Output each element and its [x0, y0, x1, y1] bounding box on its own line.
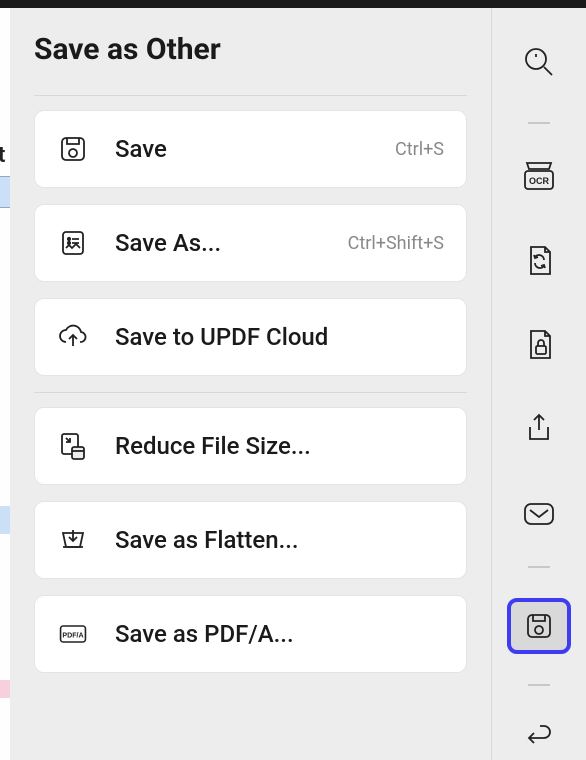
undo-icon[interactable]: [511, 712, 567, 760]
panel-title: Save as Other: [34, 32, 467, 67]
pdfa-icon: PDF/A: [57, 618, 89, 650]
divider: [34, 392, 467, 393]
menu-label: Save As...: [115, 229, 322, 257]
reduce-file-size-button[interactable]: Reduce File Size...: [34, 407, 467, 485]
save-other-icon[interactable]: [507, 598, 571, 654]
share-icon[interactable]: [511, 405, 567, 453]
save-as-other-panel: Save as Other Save Ctrl+S Save As... Ctr…: [10, 8, 492, 760]
cloud-upload-icon: [57, 321, 89, 353]
menu-label: Save as Flatten...: [115, 526, 418, 554]
search-icon[interactable]: [511, 38, 567, 86]
sidebar-separator: [528, 566, 550, 568]
document-sliver: t: [0, 8, 10, 760]
ocr-icon[interactable]: OCR: [511, 152, 567, 200]
shortcut: Ctrl+Shift+S: [348, 233, 444, 254]
sidebar-separator: [528, 684, 550, 686]
svg-text:PDF/A: PDF/A: [62, 632, 83, 640]
menu-label: Save: [115, 135, 369, 163]
right-sidebar: OCR: [492, 8, 586, 760]
save-button[interactable]: Save Ctrl+S: [34, 110, 467, 188]
window-topbar: [0, 0, 586, 8]
menu-label: Save to UPDF Cloud: [115, 323, 418, 351]
save-as-pdfa-button[interactable]: PDF/A Save as PDF/A...: [34, 595, 467, 673]
mail-icon[interactable]: [511, 490, 567, 538]
sidebar-separator: [528, 122, 550, 124]
flatten-icon: [57, 524, 89, 556]
shortcut: Ctrl+S: [395, 139, 444, 160]
save-icon: [57, 133, 89, 165]
save-as-icon: [57, 227, 89, 259]
convert-icon[interactable]: [511, 236, 567, 284]
svg-text:OCR: OCR: [529, 176, 550, 186]
reduce-size-icon: [57, 430, 89, 462]
save-as-flatten-button[interactable]: Save as Flatten...: [34, 501, 467, 579]
divider: [34, 95, 467, 96]
protect-icon[interactable]: [511, 321, 567, 369]
menu-label: Save as PDF/A...: [115, 620, 418, 648]
save-to-cloud-button[interactable]: Save to UPDF Cloud: [34, 298, 467, 376]
menu-label: Reduce File Size...: [115, 432, 418, 460]
save-as-button[interactable]: Save As... Ctrl+Shift+S: [34, 204, 467, 282]
